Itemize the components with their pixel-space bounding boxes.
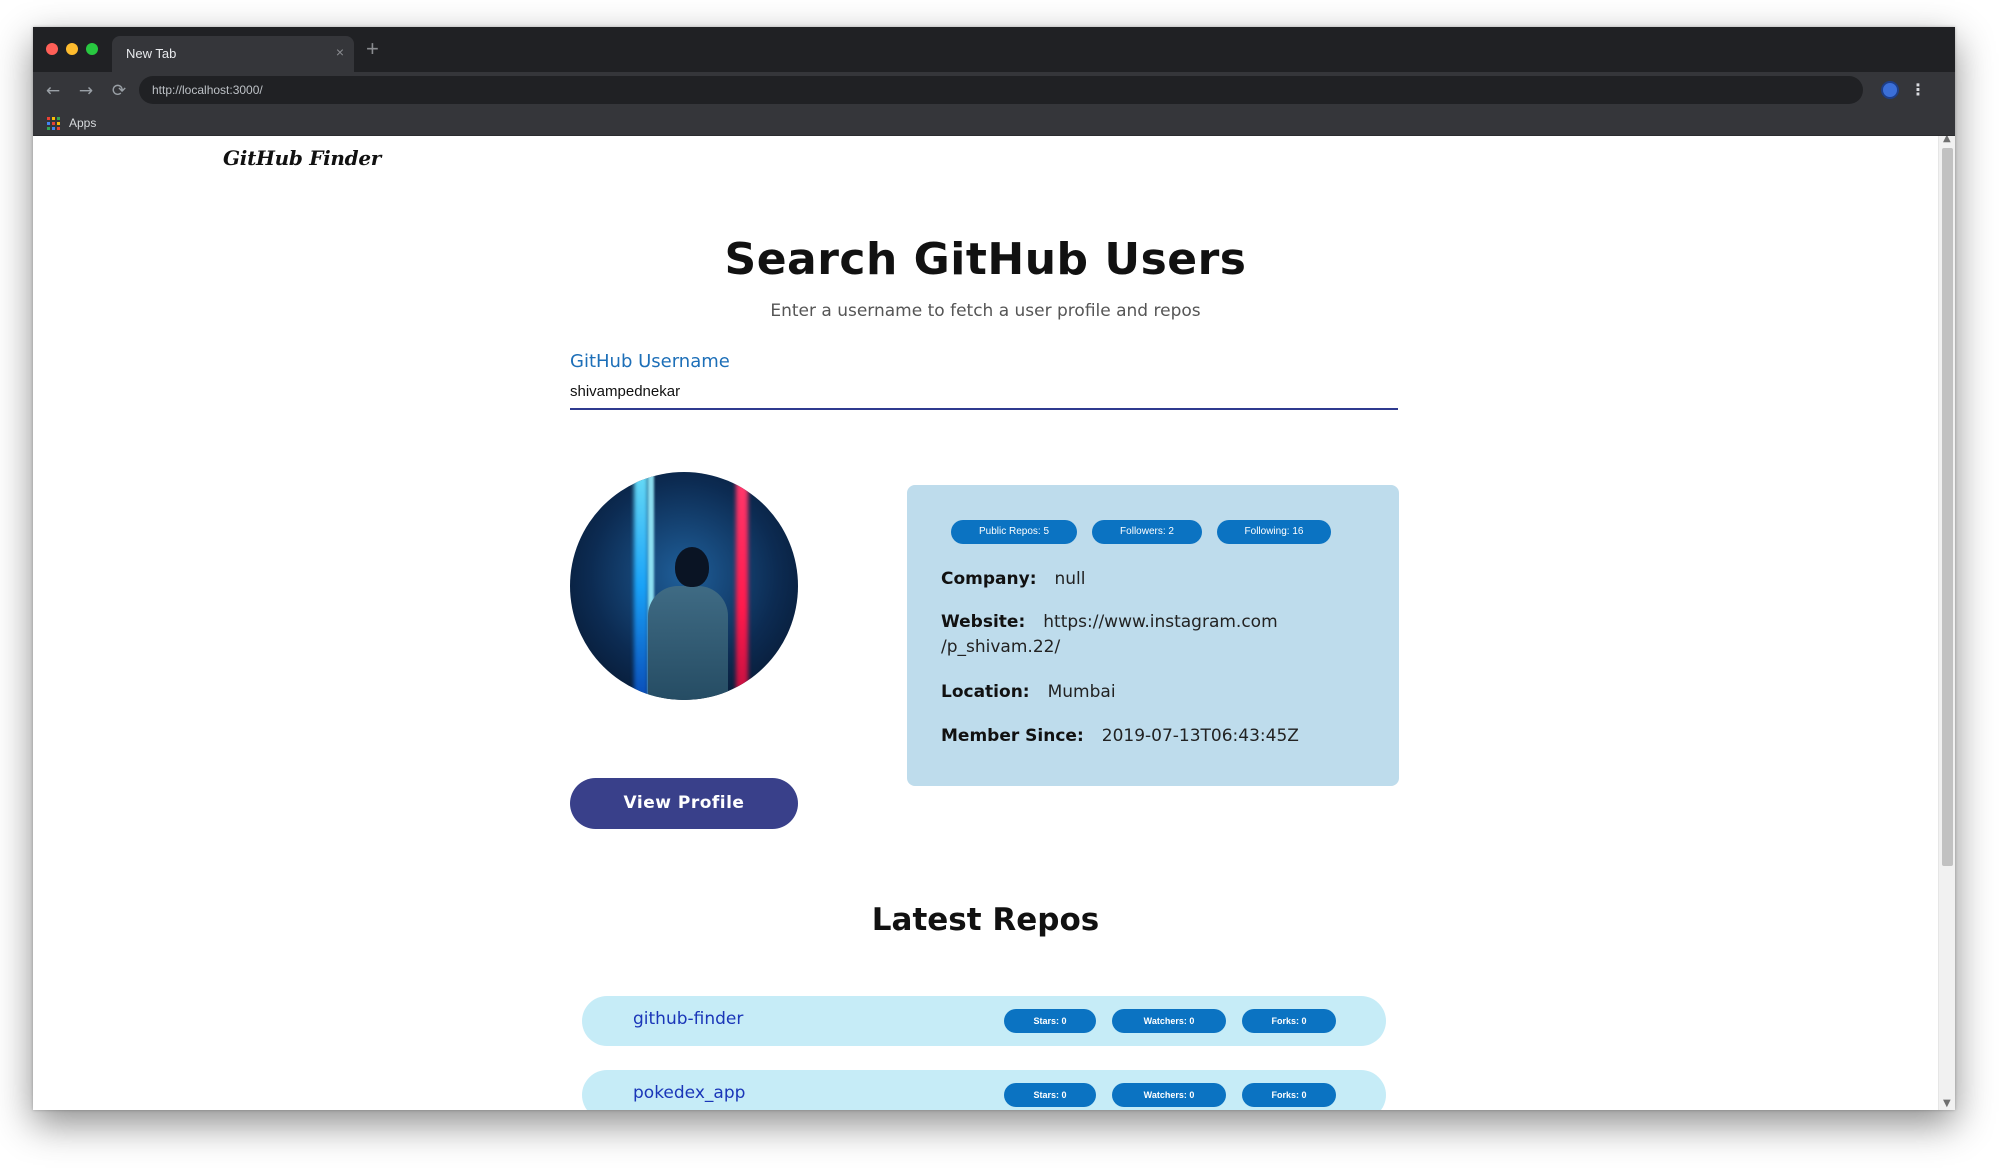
stars-badge: Stars: 0 <box>1004 1009 1096 1033</box>
member-since-value: 2019-07-13T06:43:45Z <box>1101 726 1299 746</box>
new-tab-button[interactable]: + <box>366 36 379 62</box>
page-viewport: GitHub Finder Search GitHub Users Enter … <box>33 136 1955 1110</box>
minimize-window-button[interactable] <box>66 43 78 55</box>
bookmarks-bar: Apps <box>33 109 1955 136</box>
company-key: Company: <box>941 569 1037 589</box>
repo-name-link[interactable]: pokedex_app <box>633 1083 745 1103</box>
followers-badge: Followers: 2 <box>1092 520 1202 544</box>
company-value: null <box>1054 569 1086 589</box>
watchers-badge: Watchers: 0 <box>1112 1009 1226 1033</box>
address-bar-url: http://localhost:3000/ <box>152 83 263 97</box>
website-value[interactable]: https://www.instagram.com <box>1043 612 1277 632</box>
bookmark-apps[interactable]: Apps <box>69 116 96 130</box>
maximize-window-button[interactable] <box>86 43 98 55</box>
address-bar[interactable]: http://localhost:3000/ <box>139 76 1863 104</box>
location-key: Location: <box>941 682 1030 702</box>
avatar <box>570 472 798 700</box>
browser-window: New Tab × + ← → ⟳ http://localhost:3000/… <box>33 27 1955 1110</box>
member-since-row: Member Since: 2019-07-13T06:43:45Z <box>941 726 1299 746</box>
page-subtitle: Enter a username to fetch a user profile… <box>770 301 1201 321</box>
company-row: Company: null <box>941 569 1086 589</box>
scroll-down-icon[interactable]: ▼ <box>1943 1098 1951 1109</box>
location-row: Location: Mumbai <box>941 682 1116 702</box>
reload-icon[interactable]: ⟳ <box>109 81 129 101</box>
repo-card: pokedex_app Stars: 0 Watchers: 0 Forks: … <box>582 1070 1386 1110</box>
scroll-up-icon[interactable]: ▲ <box>1943 136 1951 144</box>
public-repos-badge: Public Repos: 5 <box>951 520 1077 544</box>
profile-info-card: Public Repos: 5 Followers: 2 Following: … <box>907 485 1399 786</box>
username-label: GitHub Username <box>570 351 730 372</box>
tab-title: New Tab <box>126 46 177 61</box>
tab-new-tab[interactable]: New Tab × <box>112 36 354 72</box>
tab-bar: New Tab × + <box>33 27 1955 72</box>
repo-name-link[interactable]: github-finder <box>633 1009 743 1029</box>
website-row: Website: https://www.instagram.com /p_shi… <box>941 610 1321 660</box>
location-value: Mumbai <box>1047 682 1116 702</box>
view-profile-button[interactable]: View Profile <box>570 778 798 829</box>
browser-toolbar: ← → ⟳ http://localhost:3000/ ⋮ <box>33 72 1955 109</box>
kebab-menu-icon[interactable]: ⋮ <box>1910 80 1926 100</box>
tab-close-icon[interactable]: × <box>336 44 344 60</box>
apps-grid-icon[interactable] <box>47 117 60 130</box>
following-badge: Following: 16 <box>1217 520 1331 544</box>
website-value-cont[interactable]: /p_shivam.22/ <box>941 637 1060 657</box>
website-key: Website: <box>941 612 1026 632</box>
extension-icon[interactable] <box>1881 81 1899 99</box>
repos-title: Latest Repos <box>871 902 1100 938</box>
forks-badge: Forks: 0 <box>1242 1009 1336 1033</box>
page-scrollbar[interactable]: ▲ ▼ <box>1938 136 1955 1110</box>
member-since-key: Member Since: <box>941 726 1084 746</box>
scrollbar-thumb[interactable] <box>1942 148 1953 866</box>
forks-badge: Forks: 0 <box>1242 1083 1336 1107</box>
repo-card: github-finder Stars: 0 Watchers: 0 Forks… <box>582 996 1386 1046</box>
watchers-badge: Watchers: 0 <box>1112 1083 1226 1107</box>
stars-badge: Stars: 0 <box>1004 1083 1096 1107</box>
arrow-right-icon[interactable]: → <box>76 81 96 101</box>
brand-logo[interactable]: GitHub Finder <box>223 146 381 170</box>
arrow-left-icon[interactable]: ← <box>43 81 63 101</box>
page-title: Search GitHub Users <box>724 234 1247 285</box>
username-input[interactable] <box>570 380 1398 410</box>
close-window-button[interactable] <box>46 43 58 55</box>
